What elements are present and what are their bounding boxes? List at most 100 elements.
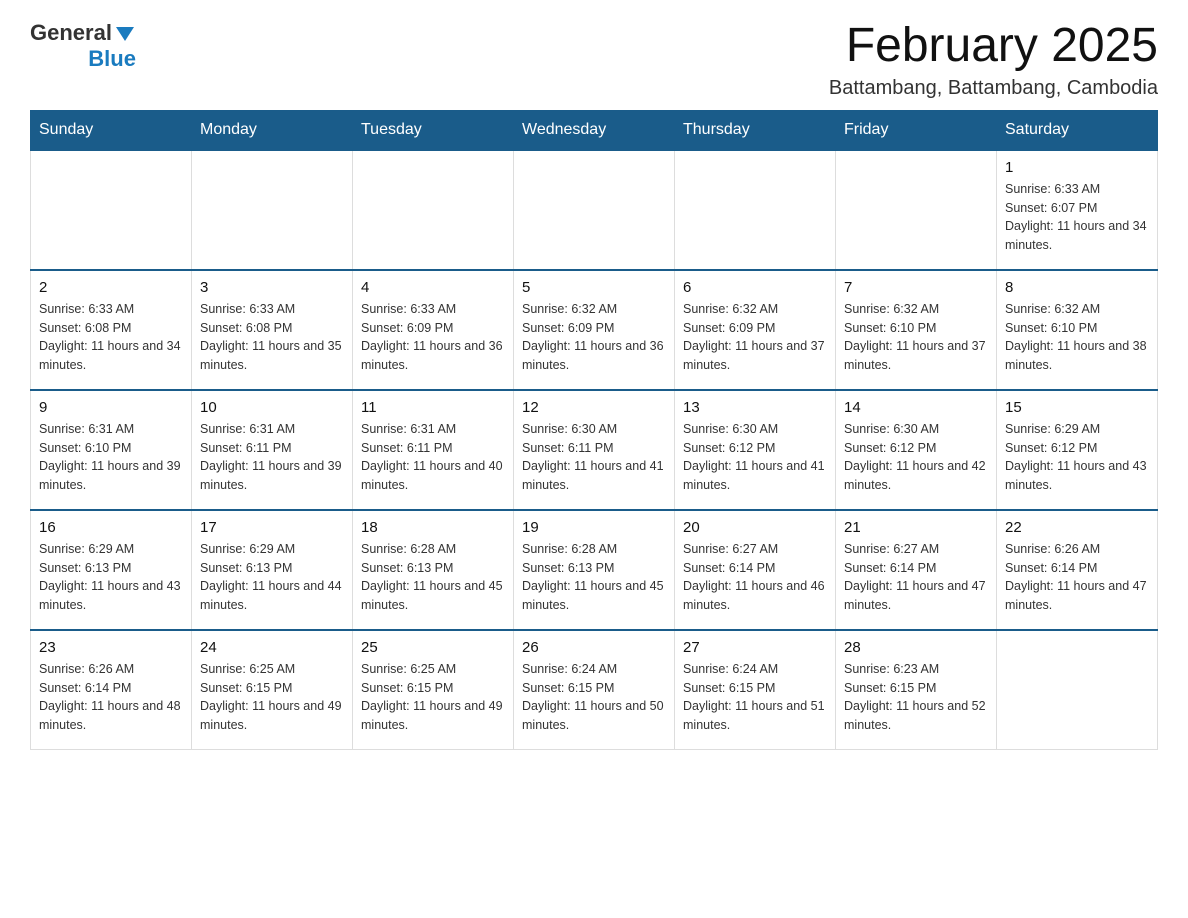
day-info: Sunrise: 6:27 AM Sunset: 6:14 PM Dayligh…	[683, 540, 827, 615]
day-number: 10	[200, 399, 344, 416]
weekday-header-row: SundayMondayTuesdayWednesdayThursdayFrid…	[31, 110, 1158, 150]
day-info: Sunrise: 6:33 AM Sunset: 6:08 PM Dayligh…	[39, 300, 183, 375]
day-number: 23	[39, 639, 183, 656]
weekday-header-saturday: Saturday	[997, 110, 1158, 150]
calendar-cell: 20Sunrise: 6:27 AM Sunset: 6:14 PM Dayli…	[675, 510, 836, 630]
calendar-cell	[514, 150, 675, 270]
calendar-cell: 15 Sunrise: 6:29 AM Sunset: 6:12 PM Dayli…	[997, 390, 1158, 510]
logo-blue-text: Blue	[88, 46, 136, 72]
day-number: 14	[844, 399, 988, 416]
day-info: Sunrise: 6:30 AM Sunset: 6:11 PM Dayligh…	[522, 420, 666, 495]
day-info: Sunrise: 6:31 AM Sunset: 6:10 PM Dayligh…	[39, 420, 183, 495]
calendar-cell	[31, 150, 192, 270]
day-info: Sunrise: 6:26 AM Sunset: 6:14 PM Dayligh…	[39, 660, 183, 735]
day-info: Sunrise: 6:25 AM Sunset: 6:15 PM Dayligh…	[361, 660, 505, 735]
day-info: Sunrise: 6:23 AM Sunset: 6:15 PM Dayligh…	[844, 660, 988, 735]
day-number: 25	[361, 639, 505, 656]
calendar-week-row: 16 Sunrise: 6:29 AM Sunset: 6:13 PM Dayli…	[31, 510, 1158, 630]
calendar-cell: 25 Sunrise: 6:25 AM Sunset: 6:15 PM Dayli…	[353, 630, 514, 750]
day-number: 8	[1005, 279, 1149, 296]
day-number: 19	[522, 519, 666, 536]
calendar-cell: 9 Sunrise: 6:31 AM Sunset: 6:10 PM Daylig…	[31, 390, 192, 510]
calendar-table: SundayMondayTuesdayWednesdayThursdayFrid…	[30, 110, 1158, 751]
logo: General Blue	[30, 20, 136, 72]
calendar-cell: 17Sunrise: 6:29 AM Sunset: 6:13 PM Dayli…	[192, 510, 353, 630]
day-number: 4	[361, 279, 505, 296]
calendar-cell: 16 Sunrise: 6:29 AM Sunset: 6:13 PM Dayli…	[31, 510, 192, 630]
day-info: Sunrise: 6:30 AM Sunset: 6:12 PM Dayligh…	[844, 420, 988, 495]
calendar-cell: 28 Sunrise: 6:23 AM Sunset: 6:15 PM Dayli…	[836, 630, 997, 750]
day-info: Sunrise: 6:31 AM Sunset: 6:11 PM Dayligh…	[361, 420, 505, 495]
calendar-cell: 12 Sunrise: 6:30 AM Sunset: 6:11 PM Dayli…	[514, 390, 675, 510]
day-number: 16	[39, 519, 183, 536]
calendar-cell: 3 Sunrise: 6:33 AM Sunset: 6:08 PM Daylig…	[192, 270, 353, 390]
page-title: February 2025	[829, 20, 1158, 73]
calendar-cell: 21Sunrise: 6:27 AM Sunset: 6:14 PM Dayli…	[836, 510, 997, 630]
day-number: 9	[39, 399, 183, 416]
day-info: Sunrise: 6:33 AM Sunset: 6:09 PM Dayligh…	[361, 300, 505, 375]
weekday-header-friday: Friday	[836, 110, 997, 150]
day-number: 18	[361, 519, 505, 536]
calendar-cell: 19 Sunrise: 6:28 AM Sunset: 6:13 PM Dayli…	[514, 510, 675, 630]
day-info: Sunrise: 6:25 AM Sunset: 6:15 PM Dayligh…	[200, 660, 344, 735]
calendar-cell: 26Sunrise: 6:24 AM Sunset: 6:15 PM Dayli…	[514, 630, 675, 750]
day-info: Sunrise: 6:33 AM Sunset: 6:08 PM Dayligh…	[200, 300, 344, 375]
calendar-cell: 11 Sunrise: 6:31 AM Sunset: 6:11 PM Dayli…	[353, 390, 514, 510]
day-info: Sunrise: 6:26 AM Sunset: 6:14 PM Dayligh…	[1005, 540, 1149, 615]
day-number: 3	[200, 279, 344, 296]
calendar-cell: 24 Sunrise: 6:25 AM Sunset: 6:15 PM Dayli…	[192, 630, 353, 750]
day-number: 21	[844, 519, 988, 536]
day-info: Sunrise: 6:32 AM Sunset: 6:09 PM Dayligh…	[683, 300, 827, 375]
calendar-cell: 7 Sunrise: 6:32 AM Sunset: 6:10 PM Daylig…	[836, 270, 997, 390]
page-subtitle: Battambang, Battambang, Cambodia	[829, 77, 1158, 100]
logo-general-text: General	[30, 20, 112, 46]
calendar-cell: 6 Sunrise: 6:32 AM Sunset: 6:09 PM Daylig…	[675, 270, 836, 390]
day-info: Sunrise: 6:33 AM Sunset: 6:07 PM Dayligh…	[1005, 180, 1149, 255]
weekday-header-sunday: Sunday	[31, 110, 192, 150]
page-header: General Blue February 2025 Battambang, B…	[30, 20, 1158, 100]
calendar-cell: 4 Sunrise: 6:33 AM Sunset: 6:09 PM Daylig…	[353, 270, 514, 390]
weekday-header-wednesday: Wednesday	[514, 110, 675, 150]
day-number: 12	[522, 399, 666, 416]
day-info: Sunrise: 6:31 AM Sunset: 6:11 PM Dayligh…	[200, 420, 344, 495]
calendar-cell	[836, 150, 997, 270]
calendar-cell: 2 Sunrise: 6:33 AM Sunset: 6:08 PM Daylig…	[31, 270, 192, 390]
calendar-week-row: 1 Sunrise: 6:33 AM Sunset: 6:07 PM Daylig…	[31, 150, 1158, 270]
calendar-cell: 8 Sunrise: 6:32 AM Sunset: 6:10 PM Daylig…	[997, 270, 1158, 390]
calendar-cell: 23 Sunrise: 6:26 AM Sunset: 6:14 PM Dayli…	[31, 630, 192, 750]
day-number: 1	[1005, 159, 1149, 176]
day-number: 6	[683, 279, 827, 296]
day-info: Sunrise: 6:29 AM Sunset: 6:13 PM Dayligh…	[39, 540, 183, 615]
day-number: 28	[844, 639, 988, 656]
calendar-cell: 27Sunrise: 6:24 AM Sunset: 6:15 PM Dayli…	[675, 630, 836, 750]
calendar-cell: 10 Sunrise: 6:31 AM Sunset: 6:11 PM Dayli…	[192, 390, 353, 510]
day-info: Sunrise: 6:28 AM Sunset: 6:13 PM Dayligh…	[522, 540, 666, 615]
calendar-week-row: 2 Sunrise: 6:33 AM Sunset: 6:08 PM Daylig…	[31, 270, 1158, 390]
calendar-cell: 18Sunrise: 6:28 AM Sunset: 6:13 PM Dayli…	[353, 510, 514, 630]
day-number: 24	[200, 639, 344, 656]
day-info: Sunrise: 6:32 AM Sunset: 6:10 PM Dayligh…	[1005, 300, 1149, 375]
calendar-cell	[353, 150, 514, 270]
day-number: 2	[39, 279, 183, 296]
day-number: 13	[683, 399, 827, 416]
calendar-cell	[997, 630, 1158, 750]
weekday-header-thursday: Thursday	[675, 110, 836, 150]
day-number: 7	[844, 279, 988, 296]
day-number: 27	[683, 639, 827, 656]
day-number: 5	[522, 279, 666, 296]
calendar-cell: 22 Sunrise: 6:26 AM Sunset: 6:14 PM Dayli…	[997, 510, 1158, 630]
calendar-cell: 5 Sunrise: 6:32 AM Sunset: 6:09 PM Daylig…	[514, 270, 675, 390]
calendar-header: SundayMondayTuesdayWednesdayThursdayFrid…	[31, 110, 1158, 150]
day-number: 15	[1005, 399, 1149, 416]
day-number: 22	[1005, 519, 1149, 536]
weekday-header-monday: Monday	[192, 110, 353, 150]
calendar-week-row: 9 Sunrise: 6:31 AM Sunset: 6:10 PM Daylig…	[31, 390, 1158, 510]
day-info: Sunrise: 6:29 AM Sunset: 6:12 PM Dayligh…	[1005, 420, 1149, 495]
calendar-cell: 1 Sunrise: 6:33 AM Sunset: 6:07 PM Daylig…	[997, 150, 1158, 270]
day-number: 11	[361, 399, 505, 416]
day-info: Sunrise: 6:32 AM Sunset: 6:09 PM Dayligh…	[522, 300, 666, 375]
day-info: Sunrise: 6:32 AM Sunset: 6:10 PM Dayligh…	[844, 300, 988, 375]
calendar-body: 1 Sunrise: 6:33 AM Sunset: 6:07 PM Daylig…	[31, 150, 1158, 750]
day-number: 26	[522, 639, 666, 656]
day-info: Sunrise: 6:29 AM Sunset: 6:13 PM Dayligh…	[200, 540, 344, 615]
